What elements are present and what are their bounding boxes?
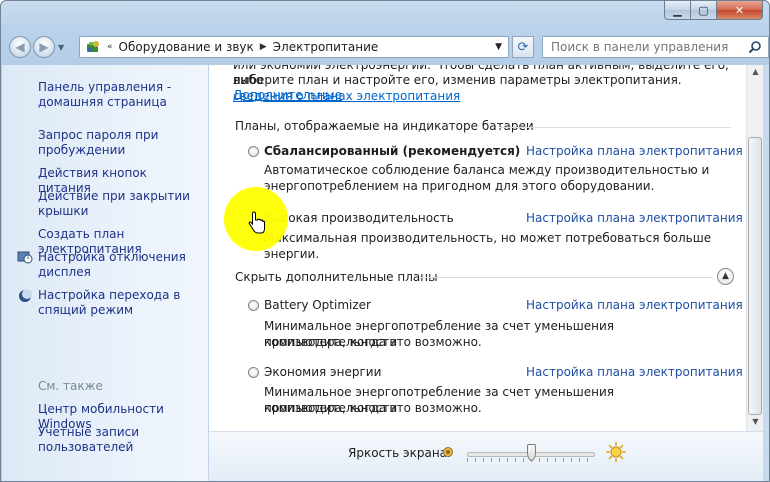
brightness-bar: Яркость экрана: xyxy=(209,431,763,481)
sidebar-item-display-off[interactable]: Настройка отключения дисплея xyxy=(38,250,203,280)
more-info-link-part2[interactable]: сведения о планах электропитания xyxy=(233,89,460,103)
search-icon[interactable] xyxy=(748,40,762,54)
plan-desc-balanced-2: энергопотреблением на пригодном для этог… xyxy=(264,179,655,193)
plan-desc-high-performance: Максимальная производительность, но може… xyxy=(264,231,712,261)
breadcrumb-chevron-icon[interactable]: ▶ xyxy=(260,42,267,52)
plan-name-high-performance[interactable]: Высокая производительность xyxy=(264,211,454,225)
search-input[interactable] xyxy=(549,39,743,55)
sidebar: Панель управления - домашняя страница За… xyxy=(2,65,209,481)
see-also-heading: См. также xyxy=(38,379,103,393)
section-divider-2 xyxy=(419,277,713,278)
forward-button[interactable]: ▶ xyxy=(33,36,55,58)
control-panel-window: ▁ ▢ ✕ ◀ ▶ ▼ « Оборудование и звук ▶ Элек… xyxy=(0,0,770,482)
plan-desc-balanced-1: Автоматическое соблюдение баланса между … xyxy=(264,163,710,177)
section-hidden-plans: Скрыть дополнительные планы xyxy=(235,270,438,284)
sidebar-item-lid-close[interactable]: Действие при закрытии крышки xyxy=(38,189,203,219)
main-content: или экономии электроэнергии. Чтобы сдела… xyxy=(209,65,746,431)
radio-plan-power-saver[interactable] xyxy=(248,367,259,378)
scroll-down-arrow-icon[interactable]: ▼ xyxy=(749,417,762,429)
brightness-label: Яркость экрана: xyxy=(348,446,452,460)
recent-pages-dropdown[interactable]: ▼ xyxy=(58,43,64,52)
minimize-button[interactable]: ▁ xyxy=(664,1,691,20)
back-arrow-icon: ◀ xyxy=(15,40,25,54)
radio-plan-balanced[interactable] xyxy=(248,146,259,157)
vertical-scrollbar[interactable]: ▲ ▼ xyxy=(746,65,764,431)
window-caption-buttons: ▁ ▢ ✕ xyxy=(664,1,763,20)
sidebar-item-sleep[interactable]: Настройка перехода в спящий режим xyxy=(38,288,203,318)
navigation-bar: ◀ ▶ ▼ « Оборудование и звук ▶ Электропит… xyxy=(9,34,769,60)
address-dropdown-icon[interactable]: ▼ xyxy=(495,42,502,52)
back-button[interactable]: ◀ xyxy=(9,36,31,58)
refresh-icon: ⟳ xyxy=(517,39,529,55)
plan-name-battery-optimizer[interactable]: Battery Optimizer xyxy=(264,298,371,312)
plan-settings-link-balanced[interactable]: Настройка плана электропитания xyxy=(526,144,743,158)
radio-plan-battery-optimizer[interactable] xyxy=(248,300,259,311)
breadcrumb-power-options[interactable]: Электропитание xyxy=(273,40,379,54)
maximize-button[interactable]: ▢ xyxy=(691,1,717,20)
plan-settings-link-power-saver[interactable]: Настройка плана электропитания xyxy=(526,365,743,379)
refresh-button[interactable]: ⟳ xyxy=(512,36,534,58)
scrollbar-thumb[interactable] xyxy=(748,137,762,415)
plan-name-balanced[interactable]: Сбалансированный (рекомендуется) xyxy=(264,144,520,158)
forward-arrow-icon: ▶ xyxy=(39,40,49,54)
bright-sun-icon xyxy=(606,442,626,462)
breadcrumb-hardware-sound[interactable]: Оборудование и звук xyxy=(119,40,254,54)
address-bar[interactable]: « Оборудование и звук ▶ Электропитание ▼ xyxy=(79,36,509,58)
dim-sun-icon xyxy=(443,447,453,457)
intro-text-line2-body: выберите план и настройте его, изменив п… xyxy=(233,73,682,87)
breadcrumb-separator-icon: « xyxy=(107,42,113,52)
plan-settings-link-battery-optimizer[interactable]: Настройка плана электропитания xyxy=(526,298,743,312)
brightness-slider[interactable] xyxy=(467,444,595,462)
sidebar-item-wake-password[interactable]: Запрос пароля при пробуждении xyxy=(38,128,203,158)
search-box[interactable] xyxy=(542,36,769,58)
moon-sleep-icon xyxy=(19,289,32,302)
control-panel-icon xyxy=(87,41,99,52)
sidebar-item-user-accounts[interactable]: Учетные записи пользователей xyxy=(38,425,203,455)
collapse-chevron-up-icon[interactable]: ▲ xyxy=(717,268,734,285)
scroll-up-arrow-icon[interactable]: ▲ xyxy=(749,67,762,79)
sidebar-item-home[interactable]: Панель управления - домашняя страница xyxy=(38,80,203,110)
plan-desc-power-saver-2: компьютера, когда это возможно. xyxy=(264,401,482,415)
window-frame-right xyxy=(763,65,769,481)
close-button[interactable]: ✕ xyxy=(717,1,763,20)
plan-name-power-saver[interactable]: Экономия энергии xyxy=(264,365,381,379)
slider-thumb[interactable] xyxy=(527,444,536,461)
more-info-link-part2-wrap: сведения о планах электропитания xyxy=(233,89,460,104)
plan-settings-link-high-performance[interactable]: Настройка плана электропитания xyxy=(526,211,743,225)
display-clock-icon xyxy=(17,251,33,264)
hand-cursor-icon xyxy=(248,211,265,234)
section-divider xyxy=(499,127,731,128)
section-battery-plans: Планы, отображаемые на индикаторе батаре… xyxy=(235,119,534,133)
plan-desc-battery-optimizer-2: компьютера, когда это возможно. xyxy=(264,335,482,349)
